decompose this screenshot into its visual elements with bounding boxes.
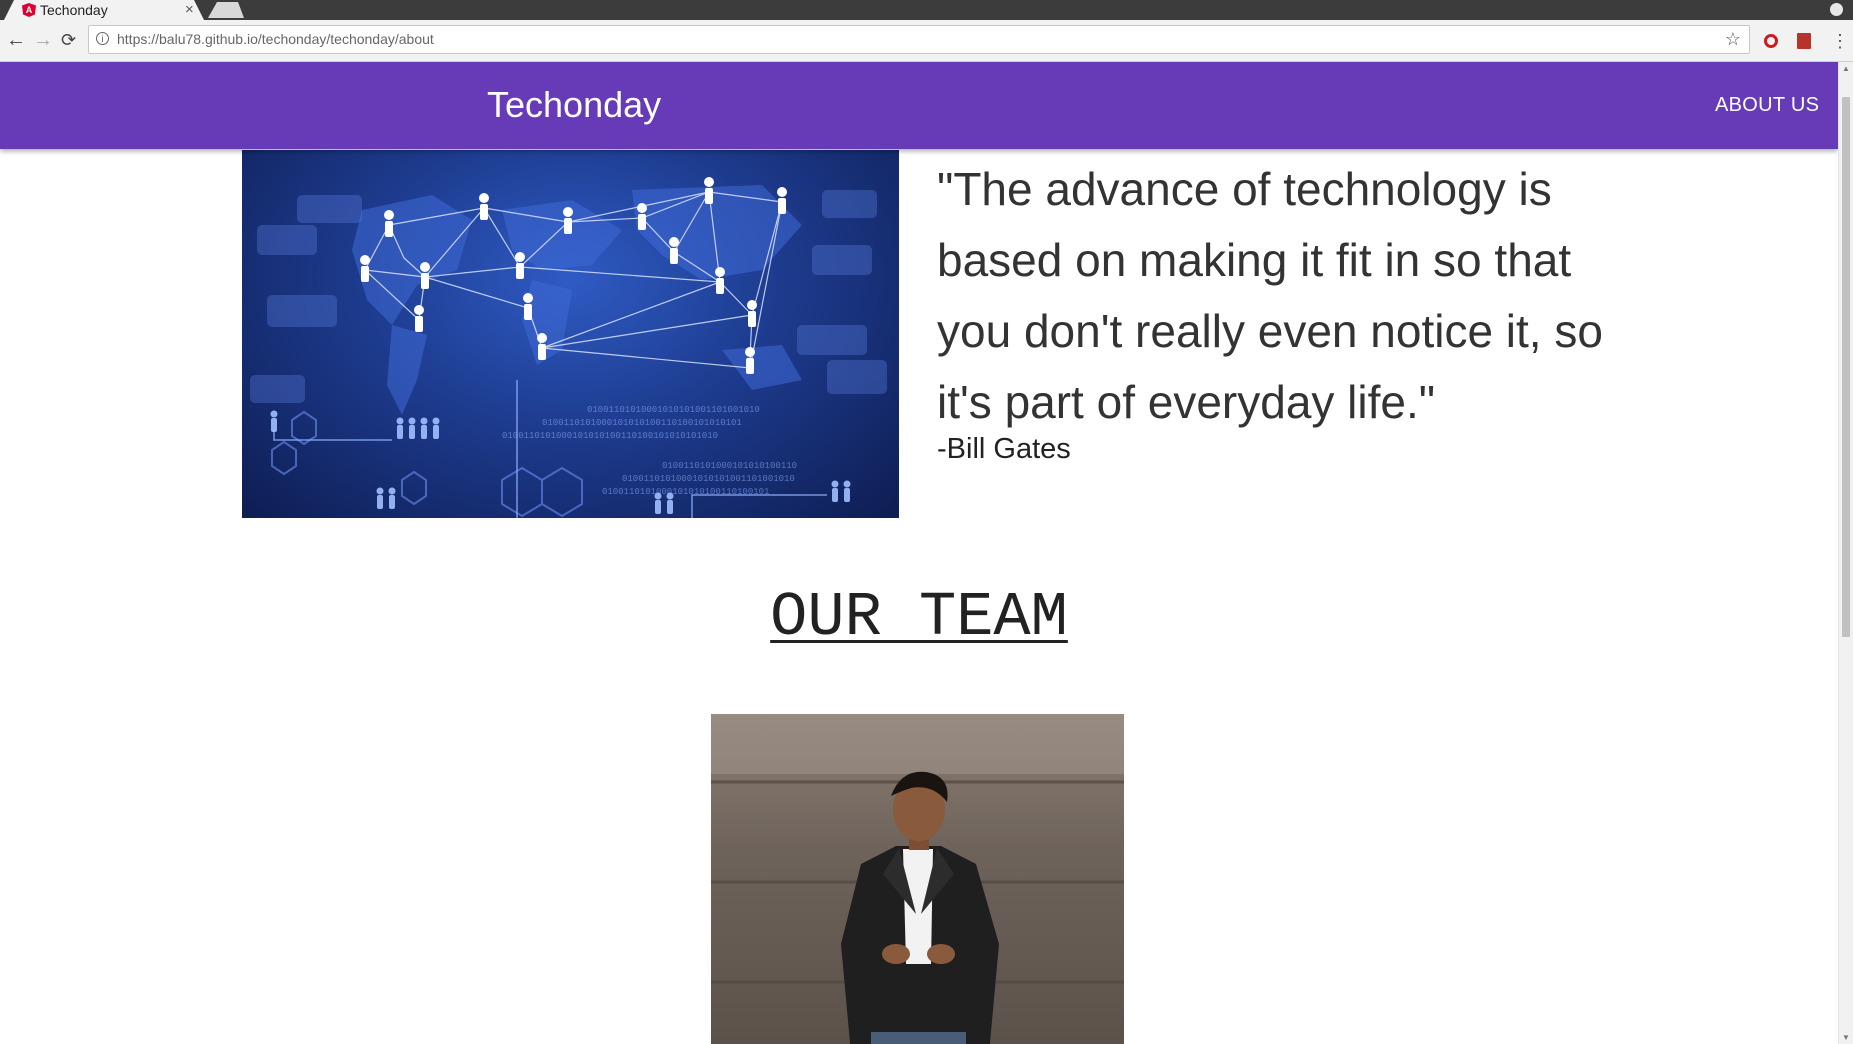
profile-icon[interactable] xyxy=(1830,3,1843,16)
browser-menu-icon[interactable]: ⋮ xyxy=(1831,30,1849,52)
forward-arrow-icon[interactable]: → xyxy=(33,28,53,52)
svg-text:0100110101000101010100110: 0100110101000101010100110 xyxy=(662,461,797,471)
info-icon[interactable]: i xyxy=(96,32,109,45)
opera-extension-icon[interactable] xyxy=(1764,34,1778,48)
brand-title[interactable]: Techonday xyxy=(487,84,661,126)
page-viewport: Techonday ABOUT US 010011010100010101010… xyxy=(0,62,1838,1044)
quote-author: -Bill Gates xyxy=(937,433,1071,465)
person-illustration xyxy=(711,714,1124,1044)
nav-link-about-us[interactable]: ABOUT US xyxy=(1715,93,1819,117)
team-heading: OUR TEAM xyxy=(770,582,1068,653)
svg-text:010011010100010101010011010010: 01001101010001010101001101001010 xyxy=(622,474,795,484)
hero-image: 01001101010001010101001101001010 0100110… xyxy=(242,150,899,518)
svg-text:010011010100010101010011010010: 01001101010001010101001101001010 xyxy=(587,405,760,415)
browser-tab-strip: A Techonday × xyxy=(0,0,1853,20)
page-scrollbar[interactable]: ▲ ▼ xyxy=(1838,62,1853,1044)
svg-text:010011010100010101010011010010: 0100110101000101010100110100101010101010 xyxy=(502,431,718,441)
tab-close-icon[interactable]: × xyxy=(185,0,194,20)
scroll-thumb[interactable] xyxy=(1842,97,1850,637)
bookmark-extension-icon[interactable] xyxy=(1797,33,1811,49)
scroll-down-arrow-icon[interactable]: ▼ xyxy=(1842,1033,1850,1042)
reload-icon[interactable]: ⟳ xyxy=(61,28,76,52)
bookmark-star-icon[interactable]: ☆ xyxy=(1725,28,1741,50)
browser-toolbar: ← → ⟳ i https://balu78.github.io/techond… xyxy=(0,20,1853,62)
hero-quote: "The advance of technology is based on m… xyxy=(937,163,1603,428)
svg-text:010011010100010101010011010010: 0100110101000101010100110100101010101 xyxy=(542,418,742,428)
address-bar[interactable]: i https://balu78.github.io/techonday/tec… xyxy=(88,25,1750,54)
back-arrow-icon[interactable]: ← xyxy=(6,28,26,52)
team-member-photo xyxy=(711,714,1124,1044)
network-illustration: 01001101010001010101001101001010 0100110… xyxy=(250,177,887,518)
scroll-up-arrow-icon[interactable]: ▲ xyxy=(1842,64,1850,73)
url-text[interactable]: https://balu78.github.io/techonday/techo… xyxy=(117,30,434,48)
app-toolbar: Techonday ABOUT US xyxy=(0,62,1838,149)
tab-title: Techonday xyxy=(40,2,108,18)
new-tab-button[interactable] xyxy=(208,2,244,18)
